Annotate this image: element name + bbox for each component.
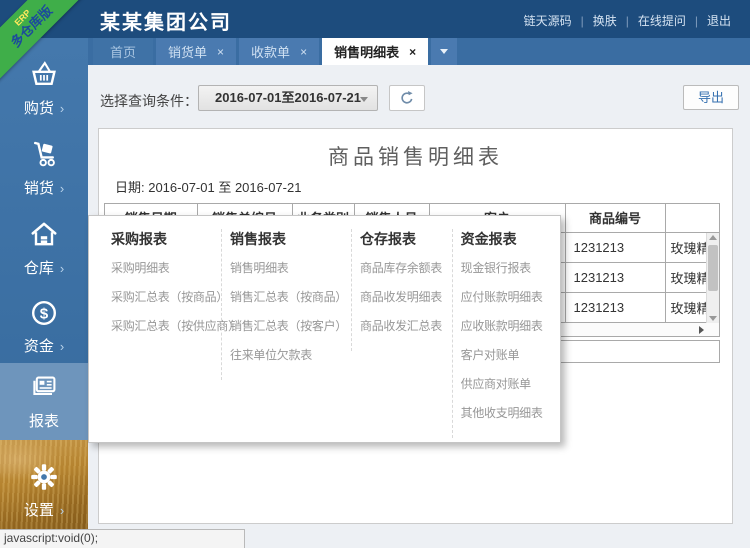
topbar-separator: | [694,14,698,28]
date-range-select[interactable]: 2016-07-01至2016-07-21 [198,85,378,111]
active-menu-pointer [88,384,89,404]
app-window: 某某集团公司 链天源码 | 换肤 | 在线提问 | 退出 ERP 多仓库版 首页 销货单 × 收款… [0,0,750,548]
money-icon: $ [0,297,88,329]
topbar-link-1[interactable]: 换肤 [593,14,617,28]
sidebar-item-label: 仓库 [23,260,54,277]
tab-label: 收款单 [251,45,291,60]
refresh-icon [401,90,413,104]
tab-label: 首页 [110,45,137,60]
report-menu-item[interactable]: 销售明细表 [230,254,345,283]
report-menu-item[interactable]: 往来单位欠款表 [230,341,345,370]
svg-text:$: $ [40,306,49,323]
table-cell: 1231213 [565,232,666,263]
export-button[interactable]: 导出 [683,85,739,110]
status-bar: javascript:void(0); [0,529,245,548]
sidebar-item-label: 资金 [23,338,54,355]
table-header-cell: 商品编号 [565,204,666,233]
trolley-icon [0,139,88,171]
report-menu-item[interactable]: 采购明细表 [111,254,215,283]
report-title: 商品销售明细表 [328,145,503,169]
report-menu-item[interactable]: 供应商对账单 [461,370,554,399]
scroll-up-icon[interactable] [709,235,717,240]
filter-label: 选择查询条件： [100,93,198,109]
scrollbar-thumb[interactable] [708,245,718,291]
sidebar-item-label: 设置 [23,502,54,519]
status-text: javascript:void(0); [4,531,99,545]
tab-sales-order[interactable]: 销货单 × [156,38,237,65]
sidebar-item-label: 销货 [23,180,54,197]
topbar-separator: | [580,14,584,28]
topbar-link-2[interactable]: 在线提问 [638,14,686,28]
table-header-cell [665,204,719,233]
topbar-separator: | [625,14,629,28]
tab-dropdown-button[interactable] [431,38,458,65]
report-menu-group-funds-reports: 资金报表现金银行报表 应付账款明细表 应收账款明细表 客户对账单 供应商对账单 其他收支明… [451,229,560,438]
sidebar-item-reports[interactable]: 报表 [0,363,88,440]
vertical-scrollbar[interactable] [706,233,719,323]
topbar-link-3[interactable]: 退出 [707,14,731,28]
report-menu-item[interactable]: 客户对账单 [461,341,554,370]
report-menu-item[interactable]: 商品收发明细表 [360,283,446,312]
table-cell: 1231213 [565,262,666,293]
scroll-right-icon[interactable] [699,325,704,334]
report-menu-item[interactable]: 采购汇总表（按商品） [111,283,228,312]
report-menu-group-title: 资金报表 [460,231,517,247]
report-menu-group-inventory-reports: 仓存报表商品库存余额表 商品收发明细表 商品收发汇总表 [351,229,452,351]
sidebar-item-funds[interactable]: $ 资金 › [0,288,88,356]
app-title: 某某集团公司 [100,12,232,34]
report-menu-group-sales-reports: 销售报表销售明细表 销售汇总表（按商品） 销售汇总表（按客户） 往来单位欠款表 [221,229,351,380]
refresh-button[interactable] [389,85,425,111]
date-range-value: 2016-07-01至2016-07-21 [215,90,361,105]
report-menu-item[interactable]: 现金银行报表 [461,254,554,283]
sidebar-item-label: 报表 [28,413,59,430]
report-menu-item[interactable]: 其他收支明细表 [461,399,554,428]
tabs: 首页 销货单 × 收款单 × 销售明细表 × [93,38,431,65]
tab-label: 销货单 [168,45,208,60]
chevron-right-icon: › [59,503,65,518]
report-menu-item[interactable]: 销售汇总表（按商品） [230,283,347,312]
report-menu-group-purchase-reports: 采购报表采购明细表 采购汇总表（按商品） 采购汇总表（按供应商） [103,229,240,351]
tab-sales-detail[interactable]: 销售明细表 × [322,38,429,65]
tab-home[interactable]: 首页 [93,38,154,65]
topbar-links: 链天源码 | 换肤 | 在线提问 | 退出 [515,12,740,29]
sidebar-item-settings[interactable]: 设置 › [0,452,88,520]
report-menu-item[interactable]: 销售汇总表（按客户） [230,312,347,341]
tab-close-icon[interactable]: × [217,45,224,59]
topbar-link-0[interactable]: 链天源码 [524,14,572,28]
scroll-down-icon[interactable] [709,316,717,321]
chevron-right-icon: › [59,261,65,276]
tabbar: 首页 销货单 × 收款单 × 销售明细表 × [88,38,750,65]
report-menu-item[interactable]: 应付账款明细表 [461,283,554,312]
tab-close-icon[interactable]: × [300,45,307,59]
chevron-right-icon: › [59,101,65,116]
report-menu-item[interactable]: 商品库存余额表 [360,254,446,283]
report-menu-item[interactable]: 商品收发汇总表 [360,312,446,341]
select-caret-icon [360,97,368,102]
report-menu: 采购报表 采购明细表 采购汇总表（按商品） 采购汇总表（按供应商） 销售报表 销售明细表销… [88,215,561,443]
tab-label: 销售明细表 [334,45,400,60]
topbar: 某某集团公司 链天源码 | 换肤 | 在线提问 | 退出 [0,0,750,38]
sidebar-item-warehouse[interactable]: 仓库 › [0,210,88,278]
chevron-right-icon: › [59,181,65,196]
report-menu-group-title: 销售报表 [230,231,286,247]
report-date-range: 日期: 2016-07-01 至 2016-07-21 [115,180,302,195]
report-menu-item[interactable]: 应收账款明细表 [461,312,554,341]
report-menu-group-title: 采购报表 [111,231,167,247]
tab-receipt[interactable]: 收款单 × [239,38,320,65]
tab-close-icon[interactable]: × [409,45,416,59]
gear-icon [0,461,88,493]
warehouse-icon [0,219,88,251]
sidebar-item-label: 购货 [23,100,54,117]
report-menu-item[interactable]: 采购汇总表（按供应商） [111,312,240,341]
chevron-right-icon: › [59,339,65,354]
sidebar: 购货 › 销货 › 仓库 › $ 资金 › 报表设置 › [0,38,88,548]
caret-down-icon [440,49,449,54]
table-cell: 1231213 [565,292,666,323]
report-icon [0,372,88,404]
report-menu-group-title: 仓存报表 [360,231,416,247]
sidebar-item-sales[interactable]: 销货 › [0,130,88,198]
